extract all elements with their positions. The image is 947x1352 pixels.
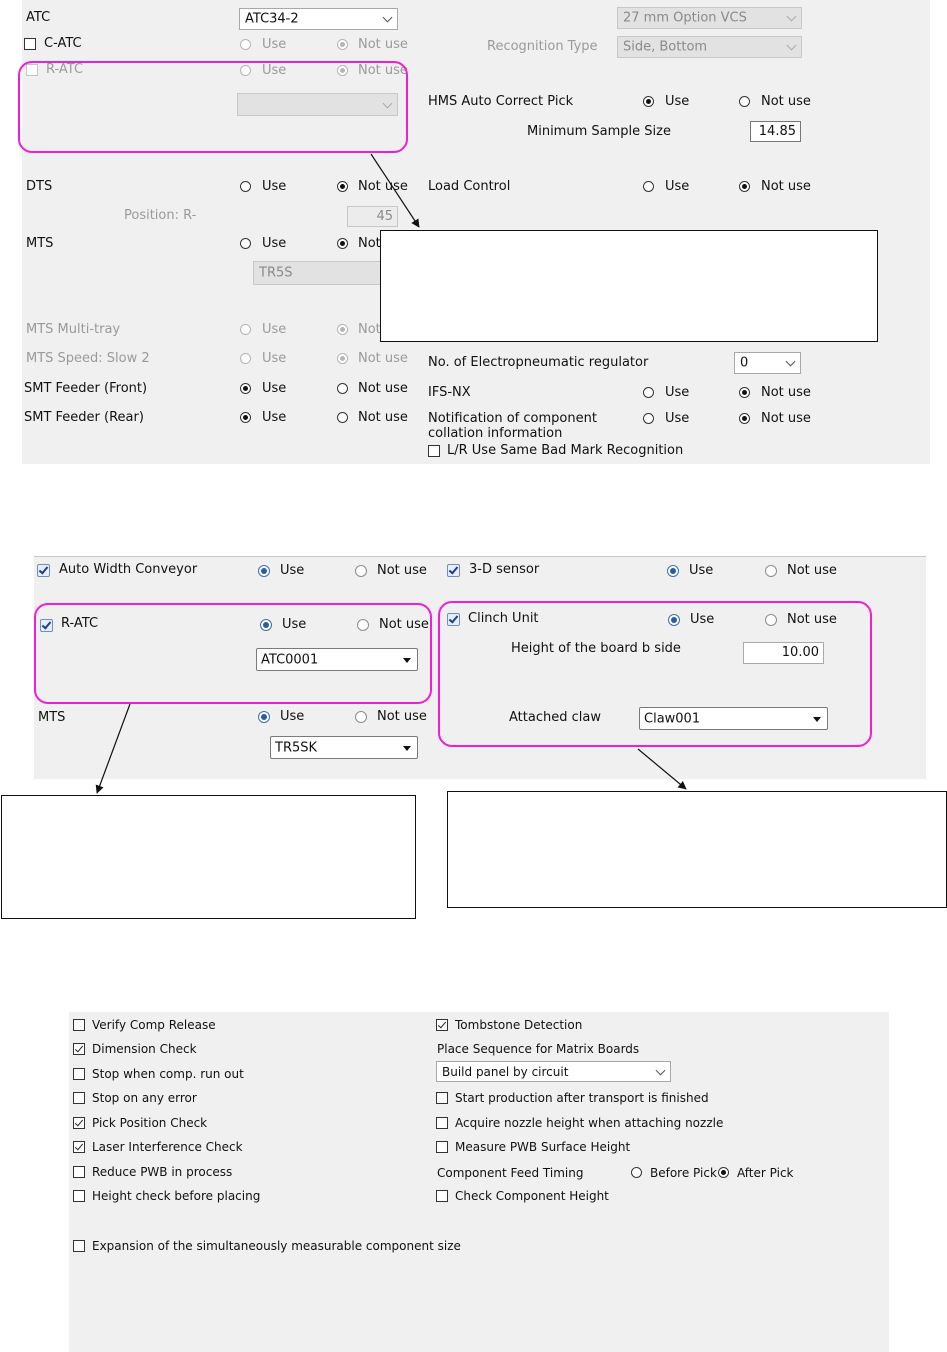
check-component-height-checkbox[interactable] (436, 1190, 448, 1202)
arrow-2 (95, 703, 131, 794)
acquire-nozzle-label: Acquire nozzle height when attaching noz… (455, 1116, 724, 1130)
expansion-label: Expansion of the simultaneously measurab… (92, 1239, 461, 1253)
acquire-nozzle-checkbox[interactable] (436, 1117, 448, 1129)
check-component-height-label: Check Component Height (455, 1189, 609, 1203)
measure-pwb-checkbox[interactable] (436, 1141, 448, 1153)
left-option-checkbox[interactable] (73, 1141, 85, 1153)
left-option-label: Dimension Check (92, 1042, 197, 1056)
left-option-label: Height check before placing (92, 1189, 261, 1203)
left-option-checkbox[interactable] (73, 1092, 85, 1104)
left-option-checkbox[interactable] (73, 1043, 85, 1055)
before-pick-label: Before Pick (650, 1166, 717, 1180)
feed-timing-label: Component Feed Timing (437, 1166, 584, 1180)
measure-pwb-label: Measure PWB Surface Height (455, 1140, 631, 1154)
left-option-label: Laser Interference Check (92, 1140, 243, 1154)
left-option-label: Verify Comp Release (92, 1018, 216, 1032)
left-option-label: Stop on any error (92, 1091, 197, 1105)
left-option-label: Stop when comp. run out (92, 1067, 244, 1081)
left-option-label: Pick Position Check (92, 1116, 208, 1130)
arrow-3 (637, 748, 687, 790)
after-pick-label: After Pick (737, 1166, 794, 1180)
left-option-checkbox[interactable] (73, 1117, 85, 1129)
after-pick-radio[interactable] (718, 1167, 729, 1178)
place-sequence-value: Build panel by circuit (442, 1064, 569, 1079)
chevron-down-icon (655, 1065, 666, 1075)
left-option-label: Reduce PWB in process (92, 1165, 233, 1179)
left-option-checkbox[interactable] (73, 1068, 85, 1080)
left-option-checkbox[interactable] (73, 1019, 85, 1031)
place-sequence-label: Place Sequence for Matrix Boards (437, 1042, 640, 1056)
left-option-checkbox[interactable] (73, 1190, 85, 1202)
left-option-checkbox[interactable] (73, 1166, 85, 1178)
start-production-label: Start production after transport is fini… (455, 1091, 709, 1105)
tombstone-label: Tombstone Detection (455, 1018, 583, 1032)
before-pick-radio[interactable] (631, 1167, 642, 1178)
tombstone-checkbox[interactable] (436, 1019, 448, 1031)
place-sequence-select[interactable]: Build panel by circuit (436, 1061, 671, 1082)
arrow-1 (370, 153, 420, 228)
start-production-checkbox[interactable] (436, 1092, 448, 1104)
expansion-checkbox[interactable] (73, 1240, 85, 1252)
